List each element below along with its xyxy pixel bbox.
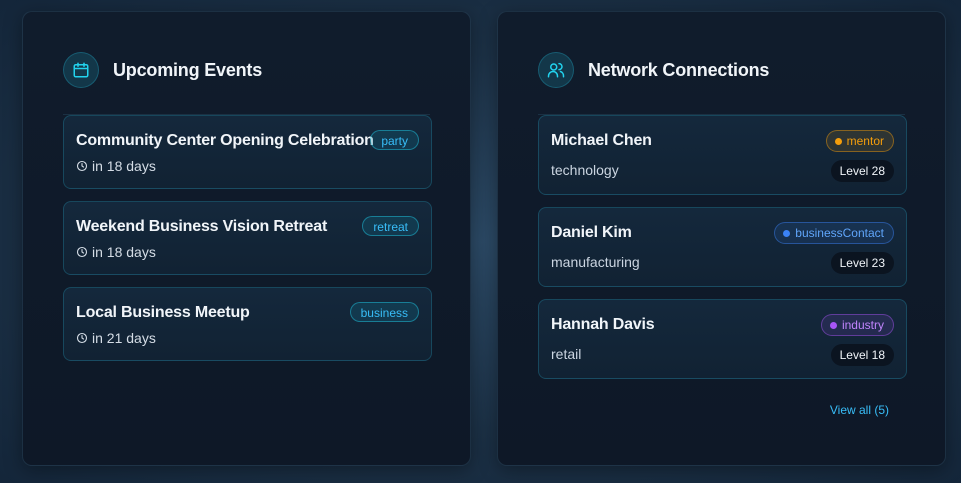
connections-title: Network Connections: [588, 59, 770, 80]
event-when-text: in 18 days: [92, 244, 156, 260]
connections-header: Network Connections: [538, 52, 769, 88]
event-when-text: in 18 days: [92, 158, 156, 174]
event-card[interactable]: Local Business Meetup business in 21 day…: [63, 287, 432, 361]
event-title: Community Center Opening Celebration: [76, 132, 374, 149]
events-panel: Upcoming Events Community Center Opening…: [22, 11, 471, 466]
role-badge: mentor: [825, 130, 894, 152]
event-card[interactable]: Weekend Business Vision Retreat retreat …: [63, 201, 432, 275]
connection-name: Daniel Kim: [551, 224, 632, 241]
event-when: in 18 days: [76, 158, 156, 174]
connection-name: Hannah Davis: [551, 316, 655, 333]
event-when-text: in 21 days: [92, 330, 156, 346]
view-all-link[interactable]: View all (5): [830, 403, 889, 417]
connection-card[interactable]: Daniel Kim businessContact manufacturing…: [538, 207, 907, 287]
role-dot: [783, 229, 791, 237]
connection-field: retail: [551, 346, 582, 362]
users-icon: [538, 52, 574, 88]
events-title: Upcoming Events: [113, 59, 263, 80]
clock-icon: [76, 246, 88, 258]
role-dot: [829, 321, 837, 329]
event-tag: party: [370, 130, 419, 150]
clock-icon: [76, 160, 88, 172]
connection-field: manufacturing: [551, 254, 640, 270]
level-badge: Level 23: [830, 252, 894, 274]
event-title: Local Business Meetup: [76, 304, 250, 321]
event-title: Weekend Business Vision Retreat: [76, 218, 328, 235]
connection-field: technology: [551, 162, 619, 178]
events-header: Upcoming Events: [63, 52, 262, 88]
role-badge: industry: [820, 314, 894, 336]
level-badge: Level 28: [830, 160, 894, 182]
role-dot: [834, 137, 842, 145]
calendar-icon: [63, 52, 99, 88]
event-when: in 18 days: [76, 244, 156, 260]
role-label: industry: [841, 318, 884, 332]
event-card[interactable]: Community Center Opening Celebration par…: [63, 115, 432, 189]
connections-panel: Network Connections Michael Chen mentor …: [497, 11, 946, 466]
level-badge: Level 18: [830, 344, 894, 366]
connection-card[interactable]: Hannah Davis industry retail Level 18: [538, 299, 907, 379]
role-label: mentor: [846, 134, 884, 148]
role-badge: businessContact: [774, 222, 894, 244]
event-when: in 21 days: [76, 330, 156, 346]
clock-icon: [76, 332, 88, 344]
event-tag: business: [349, 302, 419, 322]
connection-card[interactable]: Michael Chen mentor technology Level 28: [538, 115, 907, 195]
role-label: businessContact: [795, 226, 884, 240]
event-tag: retreat: [362, 216, 419, 236]
connection-name: Michael Chen: [551, 132, 652, 149]
